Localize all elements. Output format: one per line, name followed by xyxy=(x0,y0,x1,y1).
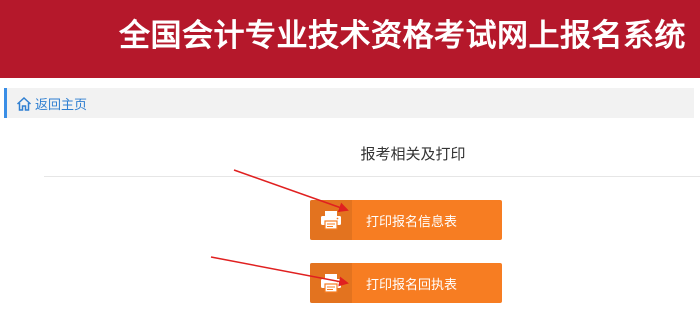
breadcrumb-accent xyxy=(4,88,7,118)
printer-icon xyxy=(321,274,341,293)
home-icon xyxy=(16,96,32,111)
breadcrumb: 返回主页 xyxy=(4,88,694,118)
home-link-label: 返回主页 xyxy=(35,98,88,113)
header-bar: 全国会计专业技术资格考试网上报名系统 xyxy=(0,0,700,78)
print-registration-info-button[interactable]: 打印报名信息表 xyxy=(310,200,502,240)
home-link[interactable]: 返回主页 xyxy=(16,94,87,113)
print-registration-receipt-button[interactable]: 打印报名回执表 xyxy=(310,263,502,303)
section-title: 报考相关及打印 xyxy=(360,145,466,163)
printer-icon xyxy=(321,211,341,230)
print-registration-info-label: 打印报名信息表 xyxy=(366,214,458,230)
print-registration-receipt-label: 打印报名回执表 xyxy=(366,277,458,293)
divider xyxy=(44,176,700,177)
system-title: 全国会计专业技术资格考试网上报名系统 xyxy=(119,18,686,54)
